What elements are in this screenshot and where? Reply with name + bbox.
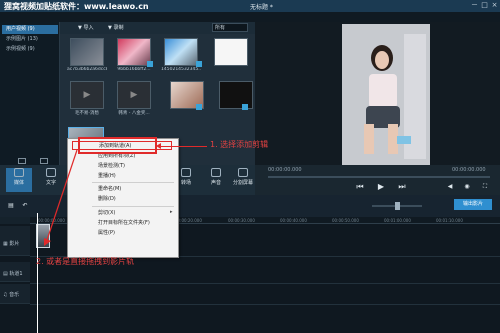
tab-text[interactable]: 文字: [38, 168, 64, 192]
ruler-tick: 00:00:00.000: [38, 218, 65, 223]
play-button[interactable]: ▶: [376, 182, 386, 191]
import-button[interactable]: ▼ 导入: [78, 24, 93, 32]
media-thumbnail[interactable]: ▶: [117, 81, 151, 109]
transition-icon: [181, 168, 191, 177]
play-icon: ▶: [130, 90, 138, 100]
total-time: 00:00:00.000: [452, 167, 486, 173]
media-caption: 韩青 - 八金奖...: [118, 111, 150, 116]
video-badge-icon: [196, 61, 202, 67]
ruler-tick: 00:01:10.000: [436, 218, 463, 223]
menu-strip: [0, 12, 500, 22]
track-divider: [30, 283, 500, 284]
fullscreen-icon[interactable]: ⛶: [480, 182, 490, 191]
annotation-step1: 1. 选择添加剪辑: [210, 140, 269, 149]
ruler-tick: 00:00:50.000: [332, 218, 359, 223]
undo-icon[interactable]: ↶: [20, 201, 30, 210]
tab-media[interactable]: 媒体: [6, 168, 32, 192]
window-title: 无标题 *: [250, 4, 273, 11]
export-movie-button[interactable]: 输出影片: [454, 199, 492, 210]
menu-item-open-folder[interactable]: 打开目标所在文件夹(F): [72, 219, 172, 228]
seek-bar[interactable]: [268, 176, 490, 178]
sound-icon: [211, 168, 221, 177]
zoom-slider-handle[interactable]: [395, 202, 400, 210]
media-caption: 毛不易-消愁: [74, 111, 100, 116]
text-icon: [46, 168, 56, 177]
track-label-video: ▦ 影片: [3, 241, 20, 247]
snapshot-icon[interactable]: ◉: [462, 182, 472, 191]
menu-item-replay[interactable]: 重播(H): [72, 172, 172, 181]
menu-item-scene-detect[interactable]: 场景检测(T): [72, 162, 172, 171]
menu-item-properties[interactable]: 属性(P): [72, 229, 172, 238]
ruler-tick: 00:00:40.000: [280, 218, 307, 223]
category-sample-video[interactable]: 示例视频 (9): [2, 45, 58, 54]
media-caption: ac7b3b6b2a6dcc8...: [67, 67, 107, 72]
ruler-tick: 00:01:00.000: [384, 218, 411, 223]
menu-item-cut[interactable]: 剪切(X): [72, 209, 172, 218]
ruler-tick: 00:00:30.000: [228, 218, 255, 223]
person-figure-icon: [342, 24, 430, 165]
tab-sound[interactable]: 声音: [203, 168, 229, 192]
ruler-tick: 00:00:20.000: [175, 218, 202, 223]
annotation-step2: 2. 或者是直接拖拽到影片轨: [36, 257, 135, 266]
annotation-arrowhead: [156, 143, 161, 149]
previous-frame-button[interactable]: ⏮: [355, 182, 365, 191]
media-caption: 9bbb16bbff2...: [117, 67, 151, 72]
current-time: 00:00:00.000: [268, 167, 302, 173]
media-thumbnail[interactable]: ▶: [70, 81, 104, 109]
close-button[interactable]: ×: [490, 1, 499, 10]
menu-item-delete[interactable]: 删除(D): [72, 195, 172, 204]
submenu-arrow-icon: ▸: [170, 209, 173, 215]
menu-separator: [92, 206, 174, 207]
menu-separator: [92, 182, 174, 183]
annotation-highlight-box: [78, 137, 157, 154]
menu-item-rename[interactable]: 重命名(M): [72, 185, 172, 194]
track-label-music: ♫ 音乐: [3, 292, 20, 298]
video-badge-icon: [242, 104, 248, 110]
annotation-arrow: [158, 146, 207, 147]
split-screen-icon: [238, 168, 248, 177]
track-label-overlay: ▤ 轨道1: [3, 271, 23, 277]
delete-folder-icon[interactable]: [40, 158, 48, 164]
video-preview: [342, 24, 430, 165]
minimize-button[interactable]: －: [470, 1, 479, 10]
media-thumbnail[interactable]: [214, 38, 248, 66]
volume-icon[interactable]: ◀: [445, 182, 455, 191]
play-icon: ▶: [83, 90, 91, 100]
media-thumbnail[interactable]: [164, 38, 198, 66]
tab-split-screen[interactable]: 分割屏幕: [230, 168, 256, 192]
media-thumbnail[interactable]: [117, 38, 151, 66]
filter-select[interactable]: 所有: [212, 23, 248, 32]
record-button[interactable]: ▼ 录制: [108, 24, 123, 32]
timeline-view-icon[interactable]: ▤: [6, 201, 16, 210]
video-badge-icon: [147, 61, 153, 67]
video-badge-icon: [196, 104, 202, 110]
maximize-button[interactable]: □: [480, 1, 489, 10]
app-title: 狸窝视频加贴纸软件：www.leawo.cn: [4, 2, 149, 11]
media-caption: 1450214532345...: [161, 67, 201, 72]
category-sample-images[interactable]: 示例图片 (13): [2, 35, 58, 44]
playhead[interactable]: [37, 213, 38, 333]
timeline-clip[interactable]: [36, 224, 50, 248]
new-folder-icon[interactable]: [18, 158, 26, 164]
track-divider: [30, 304, 500, 305]
category-user-video[interactable]: 用户视频 (9): [2, 25, 58, 34]
next-frame-button[interactable]: ⏭: [397, 182, 407, 191]
media-icon: [14, 168, 24, 177]
media-thumbnail[interactable]: [70, 38, 104, 66]
